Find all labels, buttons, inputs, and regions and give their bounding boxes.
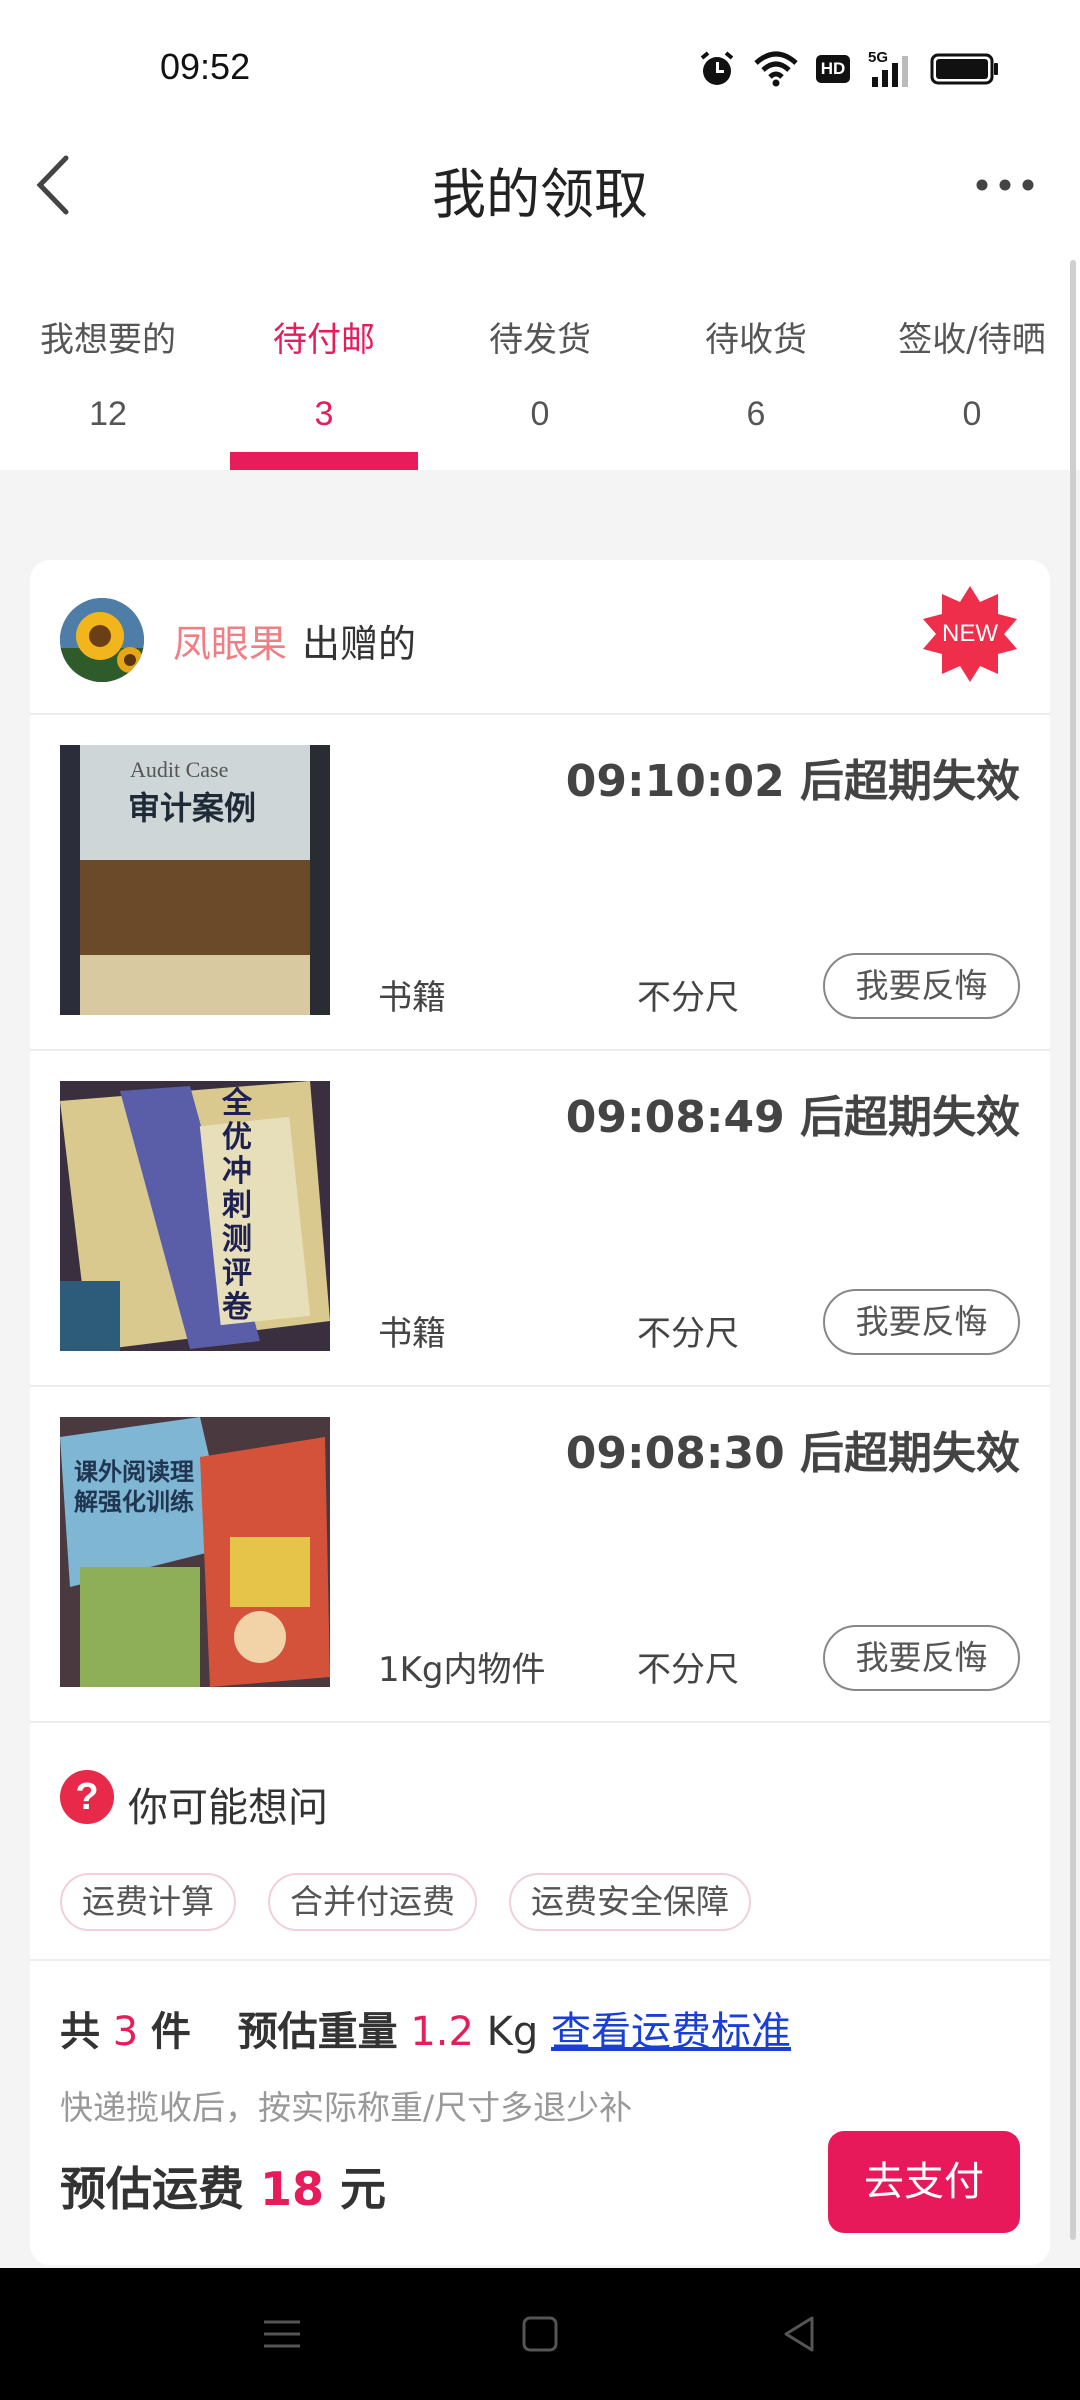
order-card: 凤眼果 出赠的 NEW Audit Case 审计案例 09:10:02 后超期… <box>30 560 1050 2265</box>
tab-label: 待收货 <box>705 320 807 360</box>
summary-note: 快递揽收后，按实际称重/尺寸多退少补 <box>60 2088 633 2127</box>
tab-count: 6 <box>746 395 766 433</box>
pay-button[interactable]: 去支付 <box>828 2131 1020 2233</box>
count-unit: 件 <box>150 2009 191 2055</box>
tab-count: 3 <box>314 395 334 433</box>
order-item[interactable]: 全优冲刺测评卷 09:08:49 后超期失效 书籍 不分尺 我要反悔 <box>30 1051 1050 1387</box>
tab-count: 12 <box>89 395 127 433</box>
item-size: 不分尺 <box>637 978 739 1018</box>
tab-count: 0 <box>962 395 982 433</box>
thumb-title: 课外阅读理解强化训练 <box>74 1458 194 1516</box>
faq-chips: 运费计算 合并付运费 运费安全保障 <box>60 1873 751 1931</box>
item-size: 不分尺 <box>637 1314 739 1354</box>
tab-pending-postage[interactable]: 待付邮 3 <box>216 250 432 470</box>
shipping-fee: 预估运费 18 元 <box>60 2153 386 2219</box>
item-thumbnail[interactable]: 全优冲刺测评卷 <box>60 1081 330 1351</box>
order-item[interactable]: Audit Case 审计案例 09:10:02 后超期失效 书籍 不分尺 我要… <box>30 715 1050 1051</box>
thumb-title: 审计案例 <box>128 789 257 827</box>
summary-totals: 共 3 件 预估重量 1.2 Kg 查看运费标准 <box>60 1999 791 2057</box>
signal-icon: 5G <box>868 49 912 87</box>
giver-suffix: 出赠的 <box>302 622 417 666</box>
fee-unit: 元 <box>340 2162 387 2216</box>
item-size: 不分尺 <box>637 1650 739 1690</box>
regret-button[interactable]: 我要反悔 <box>823 1625 1020 1691</box>
network-type: 5G <box>868 49 889 66</box>
back-nav-icon[interactable] <box>774 2308 826 2360</box>
giver-row[interactable]: 凤眼果 出赠的 NEW <box>30 560 1050 715</box>
status-bar: 09:52 HD 5G <box>0 0 1080 140</box>
question-icon: ? <box>60 1770 114 1824</box>
tab-label: 待付邮 <box>273 320 375 360</box>
expiry-countdown: 09:08:49 后超期失效 <box>565 1092 1020 1143</box>
avatar[interactable] <box>60 598 144 682</box>
shipping-standard-link[interactable]: 查看运费标准 <box>551 2009 791 2055</box>
faq-section: ? 你可能想问 运费计算 合并付运费 运费安全保障 <box>30 1725 1050 1961</box>
menu-icon[interactable] <box>256 2308 308 2360</box>
item-category: 书籍 <box>378 978 446 1018</box>
item-count: 3 <box>112 2009 139 2055</box>
scrollbar[interactable] <box>1070 260 1076 2240</box>
tab-pending-shipment[interactable]: 待发货 0 <box>432 250 648 470</box>
regret-button[interactable]: 我要反悔 <box>823 953 1020 1019</box>
item-thumbnail[interactable]: Audit Case 审计案例 <box>60 745 330 1015</box>
thumb-subtitle: Audit Case <box>130 757 229 782</box>
expiry-countdown: 09:08:30 后超期失效 <box>565 1428 1020 1479</box>
tab-label: 签收/待晒 <box>898 320 1046 360</box>
status-time: 09:52 <box>160 46 251 87</box>
system-nav-bar <box>0 2268 1080 2400</box>
battery-icon <box>930 53 998 85</box>
tab-label: 我想要的 <box>40 320 176 360</box>
navbar: 我的领取 <box>0 120 1080 250</box>
tab-pending-receipt[interactable]: 待收货 6 <box>648 250 864 470</box>
status-icons: HD 5G <box>698 49 1000 88</box>
alarm-icon <box>700 51 734 85</box>
page-title: 我的领取 <box>432 163 648 226</box>
home-icon[interactable] <box>514 2308 566 2360</box>
fee-label: 预估运费 <box>60 2162 244 2216</box>
faq-title: 你可能想问 <box>128 1785 328 1831</box>
status-tabs: 我想要的 12 待付邮 3 待发货 0 待收货 6 签收/待晒 0 <box>0 250 1080 470</box>
weight-unit: Kg <box>486 2009 539 2055</box>
hd-icon: HD <box>816 55 850 83</box>
more-icon[interactable] <box>970 160 1040 210</box>
giver-name[interactable]: 凤眼果 <box>173 613 287 668</box>
item-thumbnail[interactable]: 课外阅读理解强化训练 <box>60 1417 330 1687</box>
new-badge-label: NEW <box>942 620 998 647</box>
weight-label: 预估重量 <box>237 2009 398 2055</box>
faq-chip-shipping-calc[interactable]: 运费计算 <box>60 1873 236 1931</box>
new-badge: NEW <box>920 584 1020 684</box>
item-category: 书籍 <box>378 1314 446 1354</box>
faq-chip-shipping-guarantee[interactable]: 运费安全保障 <box>509 1873 751 1931</box>
item-category: 1Kg内物件 <box>378 1650 546 1690</box>
total-prefix: 共 <box>60 2009 100 2055</box>
tab-label: 待发货 <box>489 320 591 360</box>
expiry-countdown: 09:10:02 后超期失效 <box>565 756 1020 807</box>
wifi-icon <box>754 51 798 87</box>
tab-want[interactable]: 我想要的 12 <box>0 250 216 470</box>
tab-signed[interactable]: 签收/待晒 0 <box>864 250 1080 470</box>
regret-button[interactable]: 我要反悔 <box>823 1289 1020 1355</box>
thumb-title: 全优冲刺测评卷 <box>222 1086 252 1325</box>
weight-value: 1.2 <box>410 2009 474 2055</box>
payment-summary: 共 3 件 预估重量 1.2 Kg 查看运费标准 快递揽收后，按实际称重/尺寸多… <box>30 1961 1050 2265</box>
tab-count: 0 <box>530 395 550 433</box>
fee-value: 18 <box>260 2162 325 2216</box>
order-item[interactable]: 课外阅读理解强化训练 09:08:30 后超期失效 1Kg内物件 不分尺 我要反… <box>30 1387 1050 1723</box>
faq-chip-combine-shipping[interactable]: 合并付运费 <box>268 1873 477 1931</box>
